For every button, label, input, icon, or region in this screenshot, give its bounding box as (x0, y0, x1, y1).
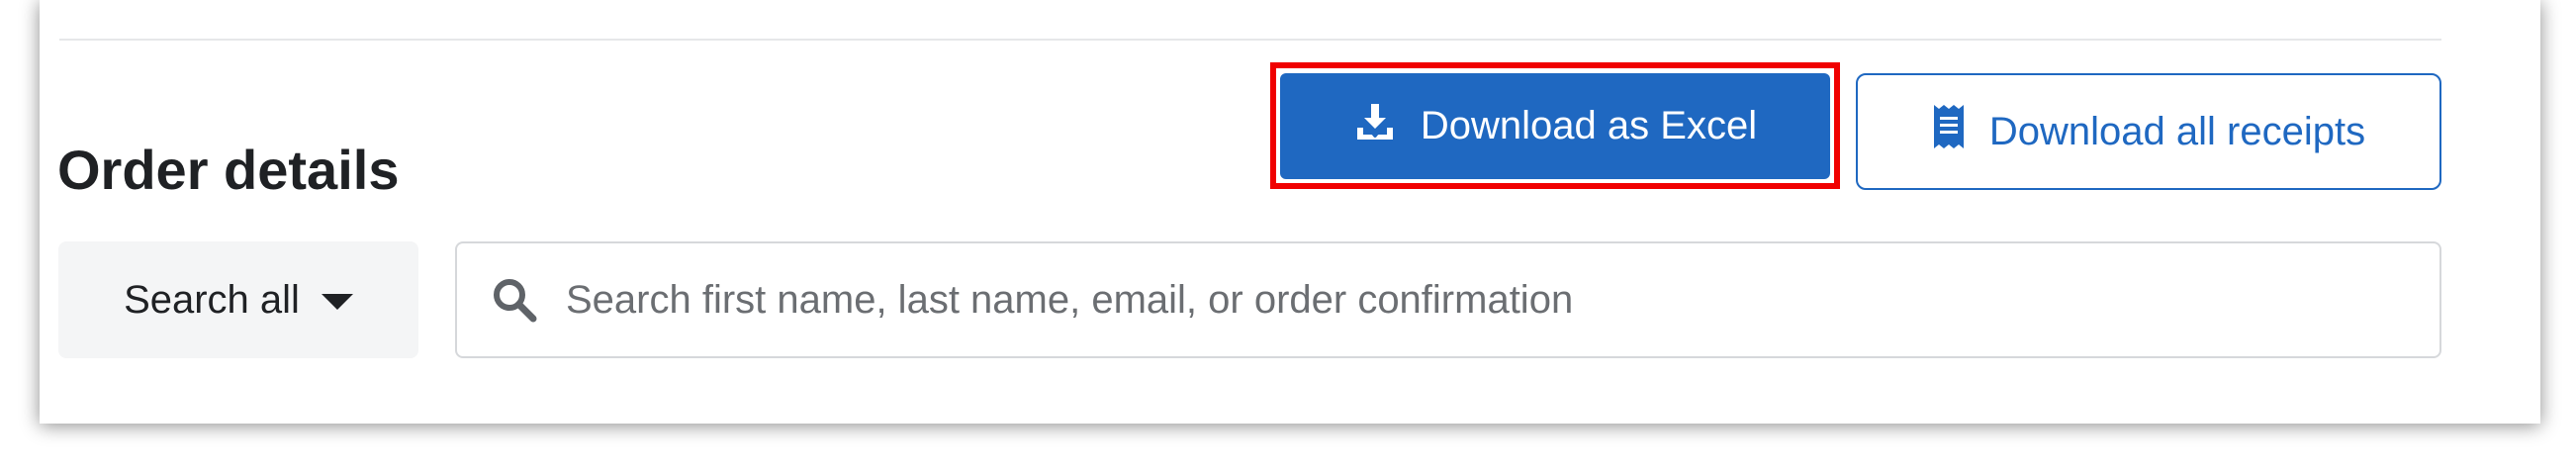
download-excel-button[interactable]: Download as Excel (1280, 73, 1830, 179)
receipt-icon (1932, 103, 1966, 160)
search-scope-label: Search all (124, 277, 300, 322)
section-divider (59, 39, 2441, 41)
page-title: Order details (57, 139, 400, 201)
download-receipts-label: Download all receipts (1988, 109, 2366, 153)
download-excel-label: Download as Excel (1420, 104, 1758, 147)
search-field[interactable] (455, 241, 2441, 358)
download-icon (1353, 100, 1397, 153)
download-receipts-button[interactable]: Download all receipts (1856, 73, 2441, 190)
search-input[interactable] (564, 242, 2439, 357)
caret-down-icon (321, 294, 353, 310)
search-icon (487, 272, 542, 328)
search-scope-dropdown[interactable]: Search all (58, 241, 418, 358)
